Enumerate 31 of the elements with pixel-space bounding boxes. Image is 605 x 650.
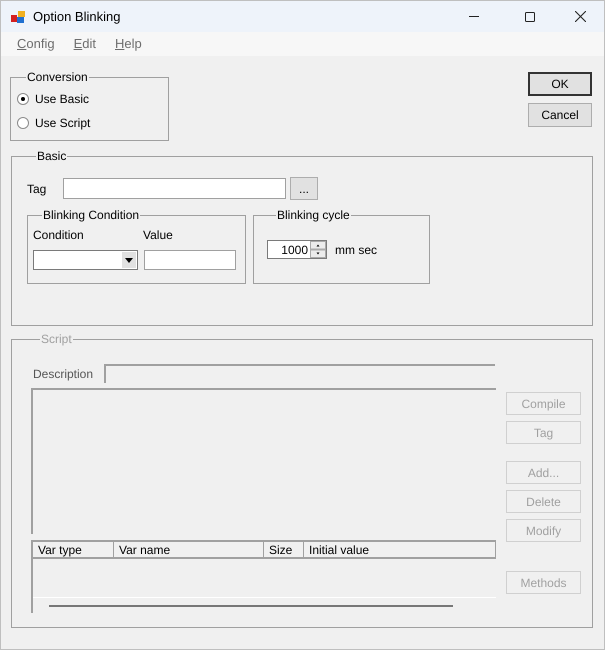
- spin-arrows-icon[interactable]: [310, 241, 326, 258]
- cycle-value: 1000: [280, 242, 309, 258]
- menu-item[interactable]: Config: [17, 34, 55, 54]
- group-title: Conversion: [26, 70, 89, 84]
- dialog-button[interactable]: OK: [528, 72, 592, 96]
- radio-label: Use Basic: [35, 91, 90, 108]
- tag-label: Tag: [27, 180, 48, 198]
- window-title: Option Blinking: [33, 8, 120, 26]
- group-title: Basic: [36, 149, 68, 163]
- menu-item[interactable]: Help: [115, 34, 142, 54]
- browse-button[interactable]: ...: [290, 177, 318, 200]
- radio-label: Use Script: [35, 115, 90, 132]
- value-field[interactable]: [144, 250, 236, 270]
- cycle-spinner[interactable]: 1000: [267, 240, 327, 259]
- minimize-icon[interactable]: [469, 16, 479, 18]
- condition-label: Condition: [33, 227, 85, 244]
- description-label: Description: [32, 366, 94, 382]
- value-label: Value: [143, 227, 173, 244]
- radio-button[interactable]: [17, 117, 29, 129]
- close-icon[interactable]: [575, 11, 586, 22]
- maximize-icon[interactable]: [525, 12, 535, 22]
- app-icon: [11, 10, 25, 24]
- menu-item[interactable]: Edit: [74, 34, 96, 54]
- cycle-unit: mm sec: [335, 242, 377, 258]
- condition-dropdown[interactable]: [33, 250, 138, 270]
- tag-field[interactable]: [63, 178, 286, 199]
- group-title: Script: [40, 332, 73, 346]
- dialog-button[interactable]: Cancel: [528, 103, 592, 127]
- group-title: Blinking Condition: [42, 208, 140, 222]
- radio-button[interactable]: [17, 93, 29, 105]
- group-title: Blinking cycle: [276, 208, 351, 222]
